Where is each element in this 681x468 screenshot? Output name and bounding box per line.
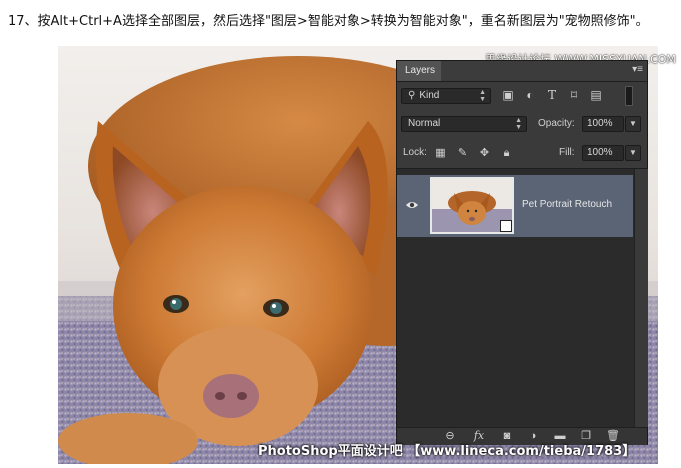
opacity-input[interactable]: 100%: [582, 116, 624, 132]
layers-panel: Layers ▾≡ ⚲ Kind ▲ ▼ ▣ ◐ T ⌑ ▤ Normal ▲ ▼ O…: [396, 60, 648, 445]
tutorial-step-caption: 17、按Alt+Ctrl+A选择全部图层，然后选择"图层>智能对象>转换为智能对…: [8, 14, 649, 29]
filter-row: ⚲ Kind ▲ ▼ ▣ ◐ T ⌑ ▤: [397, 82, 647, 110]
fill-label: Fill:: [559, 147, 575, 158]
adjustment-filter-icon[interactable]: ◐: [523, 88, 537, 102]
lock-row: Lock: ▦ ✎ ✥ 🔒︎ Fill: 100% ▼: [397, 138, 647, 169]
smart-object-filter-icon[interactable]: ▤: [589, 88, 603, 102]
shape-filter-icon[interactable]: ⌑: [567, 88, 581, 102]
type-filter-icon[interactable]: T: [545, 88, 559, 102]
smart-object-badge-icon: [500, 220, 512, 232]
lock-image-pixels-icon[interactable]: ✎: [456, 145, 469, 161]
lock-icons: ▦ ✎ ✥ 🔒︎: [434, 145, 514, 161]
blend-mode-value: Normal: [408, 118, 441, 129]
fill-input[interactable]: 100%: [582, 145, 624, 161]
panel-menu-icon[interactable]: ▾≡: [632, 64, 643, 75]
lock-label: Lock:: [403, 147, 427, 158]
lock-all-icon[interactable]: 🔒︎: [500, 145, 513, 161]
layers-tab[interactable]: Layers: [397, 61, 441, 81]
search-icon: ⚲: [408, 90, 416, 101]
opacity-label: Opacity:: [538, 118, 575, 129]
layer-row[interactable]: Pet Portrait Retouch: [397, 175, 633, 237]
blend-row: Normal ▲ ▼ Opacity: 100% ▼: [397, 110, 647, 138]
layer-name[interactable]: Pet Portrait Retouch: [522, 199, 612, 210]
lock-transparent-pixels-icon[interactable]: ▦: [434, 145, 447, 161]
lock-position-icon[interactable]: ✥: [478, 145, 491, 161]
dropdown-arrows-icon: ▲ ▼: [479, 89, 486, 103]
dropdown-arrows-icon: ▲ ▼: [515, 117, 522, 131]
image-filter-icon[interactable]: ▣: [501, 88, 515, 102]
filter-toggle-switch[interactable]: [625, 86, 633, 106]
site-watermark-bottom: PhotoShop平面设计吧 【www.lineca.com/tieba/178…: [258, 444, 636, 459]
layers-scrollbar[interactable]: [634, 169, 648, 427]
layer-thumbnail: [430, 177, 514, 234]
blend-mode-dropdown[interactable]: Normal ▲ ▼: [401, 116, 527, 132]
opacity-dropdown-button[interactable]: ▼: [625, 116, 641, 132]
kind-filter-label: Kind: [419, 90, 440, 101]
kind-filter-dropdown[interactable]: ⚲ Kind ▲ ▼: [401, 88, 491, 104]
fill-dropdown-button[interactable]: ▼: [625, 145, 641, 161]
eye-visibility-icon[interactable]: [405, 199, 419, 211]
panel-tab-bar: Layers ▾≡: [397, 61, 647, 82]
